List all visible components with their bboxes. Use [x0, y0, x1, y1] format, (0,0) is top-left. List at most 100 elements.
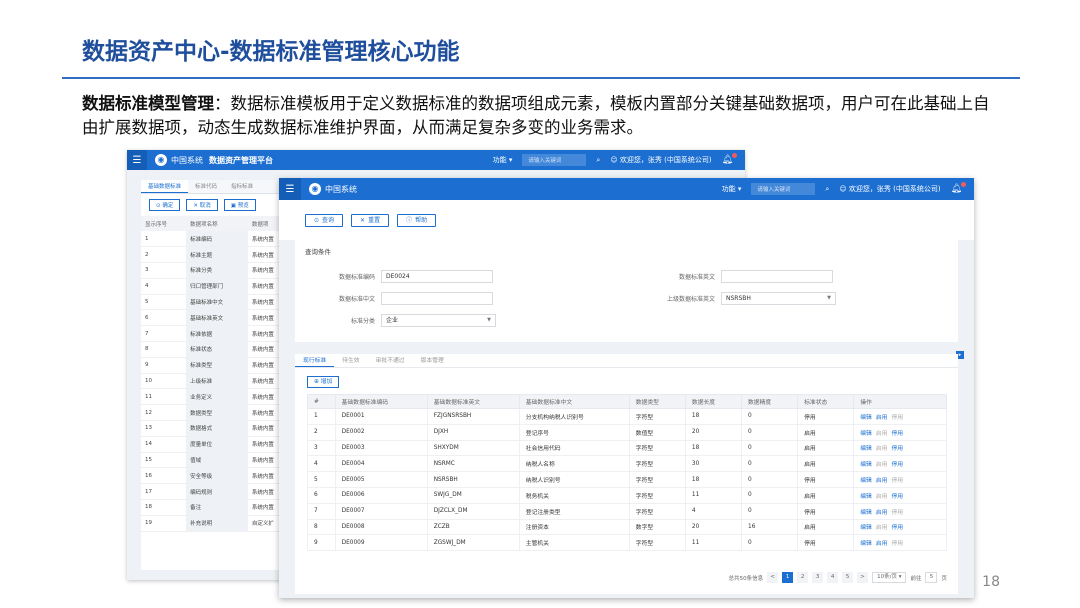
tab-rejected[interactable]: 审批不通过 — [368, 354, 413, 367]
table-row[interactable]: 11 业务定义 系统内置 — [141, 388, 293, 406]
next-page-button[interactable]: > — [857, 572, 869, 583]
page-button[interactable]: 3 — [812, 572, 824, 583]
user-welcome[interactable]: ☺ 欢迎您，张秀 (中国系统公司) — [839, 184, 940, 194]
table-row[interactable]: 3 标准分类 系统内置 — [141, 262, 293, 279]
table-row[interactable]: 16 安全等级 系统内置 — [141, 467, 293, 485]
disable-link[interactable]: 停用 — [891, 541, 903, 547]
edit-link[interactable]: 编辑 — [860, 541, 872, 547]
table-row[interactable]: 5 基础标准中文 系统内置 — [141, 294, 293, 311]
table-row[interactable]: 4 DE0004 NSRMC 纳税人名称 字符型 30 0 启用 编辑 启用 停用 — [307, 455, 947, 473]
enable-link[interactable]: 启用 — [876, 462, 888, 468]
table-row[interactable]: 3 DE0003 SHXYDM 社会信用代码 字符型 18 0 启用 编辑 启用 停用 — [307, 439, 947, 457]
menu-icon[interactable]: ☰ — [127, 150, 147, 170]
reset-button[interactable]: ✕ 重置 — [351, 214, 390, 227]
search-input[interactable]: 请输入关键词 — [522, 154, 587, 166]
table-row[interactable]: 10 上级标准 系统内置 — [141, 373, 293, 390]
user-welcome[interactable]: ☺ 欢迎您，张秀 (中国系统公司) — [610, 155, 711, 165]
cell-item-name: 标准依据 — [186, 325, 248, 343]
goto-input[interactable]: 5 — [925, 572, 938, 583]
en-field[interactable] — [721, 270, 833, 283]
table-row[interactable]: 1 DE0001 FZJGNSRSBH 分支机构纳税人识别号 字符型 18 0 停用 编辑 启用停… — [307, 408, 947, 425]
table-row[interactable]: 18 备注 系统内置 — [141, 499, 293, 516]
table-row[interactable]: 8 标准状态 系统内置 — [141, 341, 293, 358]
page-button[interactable]: 2 — [797, 572, 809, 583]
table-row[interactable]: 5 DE0005 NSRSBH 纳税人识别号 字符型 18 0 停用 编辑 启用 停用 — [307, 471, 947, 488]
prev-page-button[interactable]: < — [767, 572, 779, 583]
table-row[interactable]: 4 归口管理部门 系统内置 — [141, 278, 293, 295]
disable-link[interactable]: 停用 — [891, 494, 903, 500]
table-row[interactable]: 9 DE0009 ZGSWJ_DM 主管机关 字符型 11 0 停用 编辑 启用 停用 — [307, 534, 947, 552]
table-row[interactable]: 6 基础标准英文 系统内置 — [141, 309, 293, 327]
edit-link[interactable]: 编辑 — [860, 415, 872, 421]
enable-link[interactable]: 启用 — [876, 494, 888, 500]
func-menu[interactable]: 功能 ▾ — [493, 155, 513, 165]
enable-link[interactable]: 启用 — [876, 478, 888, 484]
table-row[interactable]: 19 补充说明 自定义扩 — [141, 515, 293, 532]
table-row[interactable]: 13 数据格式 系统内置 — [141, 420, 293, 437]
page-button[interactable]: 5 — [842, 572, 854, 583]
cn-field[interactable] — [381, 292, 493, 305]
enable-link[interactable]: 启用 — [876, 446, 888, 452]
disable-link[interactable]: 停用 — [891, 431, 903, 437]
cell-item-name: 标准状态 — [186, 341, 248, 358]
disable-link[interactable]: 停用 — [891, 462, 903, 468]
brand-name: 中国系统 — [171, 155, 203, 165]
edit-link[interactable]: 编辑 — [860, 478, 872, 484]
table-row[interactable]: 7 标准依据 系统内置 — [141, 325, 293, 343]
code-field[interactable]: DE0024 — [381, 270, 493, 283]
edit-link[interactable]: 编辑 — [860, 510, 872, 516]
disable-link[interactable]: 停用 — [891, 478, 903, 484]
cancel-button[interactable]: ✕ 取消 — [186, 199, 218, 211]
page-button[interactable]: 4 — [827, 572, 839, 583]
page-button[interactable]: 1 — [782, 572, 794, 583]
edit-link[interactable]: 编辑 — [860, 525, 872, 531]
enable-link[interactable]: 启用 — [876, 525, 888, 531]
preview-button[interactable]: ▣ 预览 — [223, 199, 256, 211]
table-row[interactable]: 9 标准类型 系统内置 — [141, 357, 293, 374]
tab-standard-code[interactable]: 标准代码 — [188, 180, 224, 193]
cell-order: 6 — [141, 309, 187, 327]
query-button[interactable]: ⊙ 查询 — [305, 214, 344, 227]
enable-link[interactable]: 启用 — [876, 541, 888, 547]
enable-link[interactable]: 启用 — [876, 431, 888, 437]
func-menu[interactable]: 功能 ▾ — [722, 184, 742, 194]
edit-link[interactable]: 编辑 — [860, 462, 872, 468]
search-input[interactable]: 请输入关键词 — [751, 183, 816, 195]
tab-pending[interactable]: 待生效 — [334, 354, 367, 367]
add-button[interactable]: ⊕ 增加 — [307, 376, 340, 388]
table-row[interactable]: 6 DE0006 SWJG_DM 税务机关 字符型 11 0 启用 编辑 启用 停用 — [307, 486, 947, 504]
disable-link[interactable]: 停用 — [891, 446, 903, 452]
edit-link[interactable]: 编辑 — [860, 446, 872, 452]
search-icon[interactable]: ⌕ — [825, 185, 829, 194]
table-row[interactable]: 14 度量单位 系统内置 — [141, 436, 293, 453]
enable-link[interactable]: 启用 — [876, 510, 888, 516]
enable-link[interactable]: 启用 — [876, 415, 888, 421]
table-row[interactable]: 2 标准主题 系统内置 — [141, 246, 293, 264]
table-row[interactable]: 15 值域 系统内置 — [141, 452, 293, 469]
edit-link[interactable]: 编辑 — [860, 431, 872, 437]
page-size-select[interactable]: 10条/页 ▾ — [872, 572, 907, 583]
table-row[interactable]: 1 标准编码 系统内置 — [141, 231, 293, 248]
cell-order: 14 — [141, 436, 187, 453]
confirm-button[interactable]: ⊙ 确定 — [149, 199, 181, 211]
table-row[interactable]: 12 数据类型 系统内置 — [141, 404, 293, 422]
table-row[interactable]: 7 DE0007 DJZCLX_DM 登记注册类型 字符型 4 0 停用 编辑 启用 停用 — [307, 502, 947, 520]
disable-link[interactable]: 停用 — [891, 510, 903, 516]
tab-versions[interactable]: 版本管理 — [413, 354, 452, 367]
disable-link[interactable]: 停用 — [891, 525, 903, 531]
tab-current[interactable]: 现行标准 — [295, 354, 335, 367]
bell-icon[interactable]: 🔔︎ — [722, 153, 737, 165]
search-icon[interactable]: ⌕ — [596, 156, 600, 165]
help-button[interactable]: ⓘ 帮助 — [397, 214, 437, 227]
table-row[interactable]: 17 编码规则 系统内置 — [141, 483, 293, 501]
table-row[interactable]: 2 DE0002 DJXH 登记序号 数值型 20 0 启用 编辑 启用 停用 — [307, 423, 947, 441]
menu-icon[interactable]: ☰ — [279, 178, 301, 200]
cat-select[interactable]: 企业 ▼ — [381, 314, 496, 327]
bell-icon[interactable]: 🔔︎ — [951, 182, 966, 194]
tab-indicator-standard[interactable]: 指标标准 — [224, 180, 260, 193]
tab-basic-standard[interactable]: 基础数据标准 — [141, 180, 189, 193]
parent-select[interactable]: NSRSBH ▼ — [721, 292, 836, 305]
disable-link[interactable]: 停用 — [891, 415, 903, 421]
table-row[interactable]: 8 DE0008 ZCZB 注册资本 数字型 20 16 启用 编辑 启用 停用 — [307, 518, 947, 536]
edit-link[interactable]: 编辑 — [860, 494, 872, 500]
